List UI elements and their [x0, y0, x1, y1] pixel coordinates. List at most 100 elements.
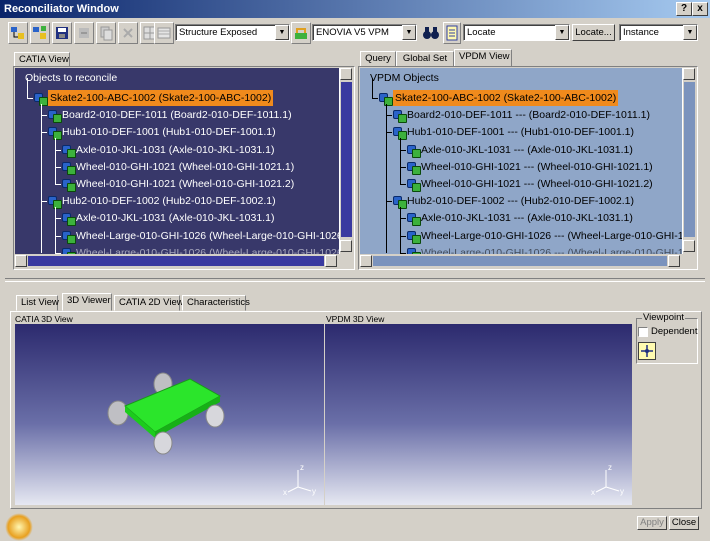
scroll-left-icon[interactable]	[360, 255, 372, 267]
scroll-thumb[interactable]	[28, 256, 324, 266]
tab-characteristics[interactable]: Characteristics	[182, 295, 250, 311]
scroll-thumb[interactable]	[684, 82, 695, 237]
part-icon	[61, 211, 76, 227]
part-icon	[406, 246, 421, 254]
tree-node[interactable]: Wheel-010-GHI-1021 --- (Wheel-010-GHI-10…	[406, 159, 653, 175]
reconcile-multi-icon[interactable]	[30, 22, 50, 44]
tree-node[interactable]: Axle-010-JKL-1031 --- (Axle-010-JKL-1031…	[406, 142, 633, 158]
scroll-thumb[interactable]	[341, 82, 352, 237]
tree-line	[400, 184, 406, 185]
locate-button[interactable]: Locate...	[572, 24, 615, 41]
tree-node[interactable]: Hub1-010-DEF-1001 (Hub1-010-DEF-1001.1)	[47, 124, 276, 141]
tree-node[interactable]: Skate2-100-ABC-1002 (Skate2-100-ABC-1002…	[33, 90, 274, 106]
locate-value: Locate	[467, 27, 496, 38]
part-icon	[33, 91, 48, 106]
scroll-right-icon[interactable]	[668, 255, 680, 267]
catia-3d-view-title: CATIA 3D View	[15, 314, 73, 324]
tree-node[interactable]: Wheel-Large-010-GHI-1026 --- (Wheel-Larg…	[406, 245, 682, 254]
tree-node[interactable]: Axle-010-JKL-1031 (Axle-010-JKL-1031.1)	[61, 210, 274, 227]
tree-node-label: Skate2-100-ABC-1002 (Skate2-100-ABC-1002…	[48, 90, 274, 106]
tree-node[interactable]: Wheel-010-GHI-1021 (Wheel-010-GHI-1021.2…	[61, 176, 294, 192]
axis-z-label: z	[608, 463, 612, 472]
axis-triad-icon	[287, 470, 312, 493]
scroll-up-icon[interactable]	[683, 68, 695, 80]
catia-vertical-scrollbar[interactable]	[339, 68, 353, 254]
database-select[interactable]: ENOVIA V5 VPM ▼	[312, 24, 417, 41]
vpdm-tree[interactable]: VPDM Objects Skate2-100-ABC-1002 (Skate2…	[360, 68, 682, 254]
table-icon[interactable]	[154, 22, 174, 44]
tree-node[interactable]: Board2-010-DEF-1011 --- (Board2-010-DEF-…	[392, 107, 650, 124]
database-value: ENOVIA V5 VPM	[316, 27, 389, 38]
tree-line	[372, 98, 378, 99]
axis-z-label: z	[300, 463, 304, 472]
tree-node[interactable]: Axle-010-JKL-1031 --- (Axle-010-JKL-1031…	[406, 210, 633, 227]
tree-line	[41, 104, 42, 253]
filter-select[interactable]: Structure Exposed ▼	[175, 24, 290, 41]
tree-node-label: Hub2-010-DEF-1002 (Hub2-010-DEF-1002.1)	[62, 195, 276, 208]
binoculars-icon[interactable]	[421, 23, 441, 43]
scroll-down-icon[interactable]	[683, 240, 695, 252]
tree-node[interactable]: Wheel-Large-010-GHI-1026 --- (Wheel-Larg…	[406, 228, 682, 244]
reconcile-tree-icon[interactable]	[8, 22, 28, 44]
tab-query[interactable]: Query	[360, 51, 396, 67]
tree-node[interactable]: Wheel-Large-010-GHI-1026 (Wheel-Large-01…	[61, 245, 339, 254]
vpdm-3d-viewport[interactable]: z y x	[325, 324, 632, 505]
scroll-down-icon[interactable]	[340, 240, 352, 252]
vpdm-vertical-scrollbar[interactable]	[682, 68, 696, 254]
tree-node[interactable]: Hub1-010-DEF-1001 --- (Hub1-010-DEF-1001…	[392, 124, 634, 141]
tree-node[interactable]: Axle-010-JKL-1031 (Axle-010-JKL-1031.1)	[61, 142, 274, 158]
tab-label: CATIA View	[19, 54, 69, 65]
tree-node-label: Axle-010-JKL-1031 (Axle-010-JKL-1031.1)	[76, 143, 275, 156]
dependent-checkbox[interactable]	[638, 327, 648, 337]
database-connect-icon[interactable]	[291, 22, 311, 44]
tree-node[interactable]: Wheel-010-GHI-1021 (Wheel-010-GHI-1021.1…	[61, 159, 294, 175]
tree-node-label: Board2-010-DEF-1011 (Board2-010-DEF-1011…	[62, 109, 292, 122]
splitter[interactable]	[5, 278, 705, 282]
tree-line	[55, 138, 56, 184]
tab-label: Query	[365, 53, 391, 64]
tree-line	[372, 78, 373, 98]
chevron-down-icon[interactable]: ▼	[683, 25, 697, 40]
close-button[interactable]: Close	[669, 516, 699, 530]
window-titlebar: Reconciliator Window	[0, 0, 710, 18]
vpdm-horizontal-scrollbar[interactable]	[360, 254, 682, 268]
copy-icon[interactable]	[96, 22, 116, 44]
chevron-down-icon[interactable]: ▼	[555, 25, 569, 40]
fit-all-icon[interactable]	[638, 342, 656, 360]
tab-list-view[interactable]: List View	[16, 295, 59, 311]
link-icon[interactable]	[118, 22, 138, 44]
tree-node[interactable]: Wheel-010-GHI-1021 --- (Wheel-010-GHI-10…	[406, 176, 653, 192]
tab-vpdm-view[interactable]: VPDM View	[454, 49, 512, 67]
scroll-thumb[interactable]	[373, 256, 667, 266]
dependent-label: Dependent	[651, 326, 698, 337]
locate-select[interactable]: Locate ▼	[463, 24, 570, 41]
part-icon	[406, 211, 421, 227]
catia-horizontal-scrollbar[interactable]	[15, 254, 339, 268]
catia-3d-viewport[interactable]: z y x	[15, 324, 324, 505]
apply-button[interactable]: Apply	[637, 516, 667, 530]
scroll-up-icon[interactable]	[340, 68, 352, 80]
tree-node[interactable]: Board2-010-DEF-1011 (Board2-010-DEF-1011…	[47, 107, 292, 124]
publish-icon[interactable]	[74, 22, 94, 44]
tree-node[interactable]: Hub2-010-DEF-1002 --- (Hub2-010-DEF-1002…	[392, 193, 634, 210]
skateboard-model[interactable]	[107, 372, 225, 455]
axis-y-label: y	[620, 487, 624, 496]
tab-global-set[interactable]: Global Set	[396, 51, 454, 67]
chevron-down-icon[interactable]: ▼	[275, 25, 289, 40]
tab-label: VPDM View	[459, 51, 510, 62]
close-window-button[interactable]: x	[692, 2, 708, 16]
note-icon[interactable]	[443, 22, 461, 44]
mode-select[interactable]: Instance ▼	[619, 24, 698, 41]
tab-catia-2d-view[interactable]: CATIA 2D View	[114, 295, 184, 311]
help-button[interactable]: ?	[676, 2, 692, 16]
tree-node[interactable]: Hub2-010-DEF-1002 (Hub2-010-DEF-1002.1)	[47, 193, 276, 210]
save-icon[interactable]	[52, 22, 72, 44]
tree-node[interactable]: Skate2-100-ABC-1002 (Skate2-100-ABC-1002…	[378, 90, 619, 106]
tab-3d-viewer[interactable]: 3D Viewer	[62, 293, 112, 311]
catia-tree[interactable]: Objects to reconcile Skate2-100-ABC-1002…	[15, 68, 339, 254]
window-title: Reconciliator Window	[4, 3, 119, 15]
chevron-down-icon[interactable]: ▼	[402, 25, 416, 40]
tree-node[interactable]: Wheel-Large-010-GHI-1026 (Wheel-Large-01…	[61, 228, 339, 244]
scroll-left-icon[interactable]	[15, 255, 27, 267]
scroll-right-icon[interactable]	[325, 255, 337, 267]
